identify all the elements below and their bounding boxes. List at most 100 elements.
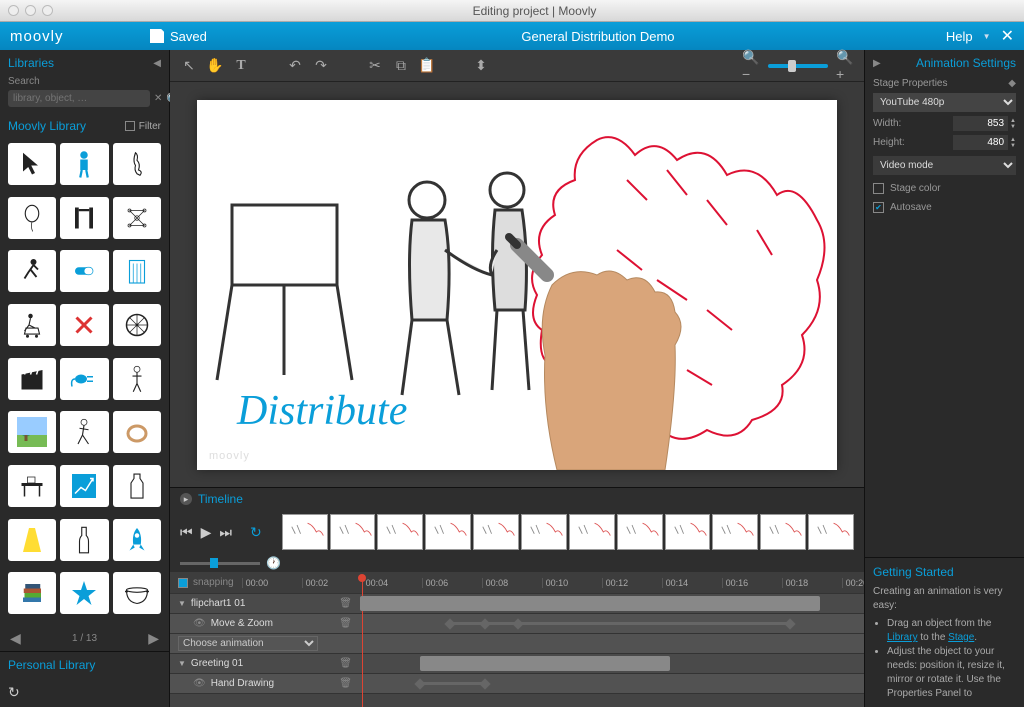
- keyframe[interactable]: [479, 678, 490, 689]
- library-item-wine-bottle[interactable]: [60, 519, 108, 561]
- library-item-shopping-cart[interactable]: [8, 304, 56, 346]
- maximize-window-button[interactable]: [42, 5, 53, 16]
- track-lane[interactable]: [360, 674, 864, 693]
- timeline-thumb[interactable]: [569, 514, 615, 550]
- library-item-pill[interactable]: [60, 250, 108, 292]
- track-label[interactable]: ▼flipchart1 01🗑: [170, 598, 360, 609]
- library-item-desk[interactable]: [8, 465, 56, 507]
- timeline-scrub-slider[interactable]: [180, 562, 260, 565]
- gs-stage-link[interactable]: Stage: [948, 632, 974, 643]
- height-input[interactable]: [953, 135, 1008, 150]
- keyframe[interactable]: [784, 618, 795, 629]
- library-item-office-building[interactable]: [113, 250, 161, 292]
- save-icon[interactable]: [150, 29, 164, 43]
- library-item-clapperboard[interactable]: [8, 358, 56, 400]
- timeline-thumb[interactable]: [712, 514, 758, 550]
- timeline-thumb[interactable]: [330, 514, 376, 550]
- undo-icon[interactable]: ↶: [286, 57, 304, 75]
- hand-tool-icon[interactable]: ✋: [206, 57, 224, 75]
- timeline-thumb[interactable]: [808, 514, 854, 550]
- stage-canvas[interactable]: Distribute moovly: [197, 100, 837, 470]
- ruler-ticks[interactable]: 00:0000:0200:0400:0600:0800:1000:1200:14…: [242, 578, 864, 588]
- rightpanel-collapse-icon[interactable]: ▶: [873, 58, 881, 69]
- redo-icon[interactable]: ↷: [312, 57, 330, 75]
- text-tool-icon[interactable]: T: [232, 57, 250, 75]
- track-lane[interactable]: [360, 654, 864, 673]
- help-link[interactable]: Help: [946, 29, 973, 44]
- library-item-atomium[interactable]: [113, 197, 161, 239]
- gs-library-link[interactable]: Library: [887, 632, 918, 643]
- loop-button[interactable]: ↻: [250, 524, 262, 541]
- library-item-chart-up[interactable]: [60, 465, 108, 507]
- library-item-cooking-pot[interactable]: [113, 572, 161, 614]
- library-item-ring[interactable]: [113, 411, 161, 453]
- keyframe[interactable]: [512, 618, 523, 629]
- library-item-wheel[interactable]: [113, 304, 161, 346]
- library-item-person-figure[interactable]: [60, 143, 108, 185]
- library-next-button[interactable]: ▶: [148, 630, 159, 647]
- library-item-milk-bottle[interactable]: [113, 465, 161, 507]
- library-item-park-scene[interactable]: [8, 411, 56, 453]
- collapse-libraries-icon[interactable]: ◀: [153, 58, 161, 69]
- track-label[interactable]: ▼Greeting 01🗑: [170, 658, 360, 669]
- library-item-rocket[interactable]: [113, 519, 161, 561]
- delete-track-icon[interactable]: 🗑: [339, 618, 352, 629]
- timeline-thumb[interactable]: [665, 514, 711, 550]
- zoom-out-icon[interactable]: 🔍−: [742, 57, 760, 75]
- keyframe[interactable]: [414, 678, 425, 689]
- video-mode-select[interactable]: Video mode: [873, 156, 1016, 175]
- stage-preset-select[interactable]: YouTube 480p: [873, 93, 1016, 112]
- library-item-plug[interactable]: [60, 358, 108, 400]
- delete-track-icon[interactable]: 🗑: [339, 658, 352, 669]
- keyframe[interactable]: [479, 618, 490, 629]
- paste-icon[interactable]: 📋: [418, 57, 436, 75]
- copy-icon[interactable]: ⧉: [392, 57, 410, 75]
- track-lane[interactable]: [360, 594, 864, 613]
- align-icon[interactable]: ⬍: [472, 57, 490, 75]
- timeline-thumb[interactable]: [282, 514, 328, 550]
- cut-icon[interactable]: ✂: [366, 57, 384, 75]
- width-input[interactable]: [953, 116, 1008, 131]
- close-window-button[interactable]: [8, 5, 19, 16]
- timeline-thumb[interactable]: [473, 514, 519, 550]
- keyframe[interactable]: [444, 618, 455, 629]
- track-lane[interactable]: [360, 614, 864, 633]
- zoom-slider[interactable]: [768, 64, 828, 68]
- library-item-balloon[interactable]: [8, 197, 56, 239]
- choose-animation-select[interactable]: Choose animation: [178, 636, 318, 651]
- autosave-checkbox[interactable]: ✔: [873, 202, 884, 213]
- search-input[interactable]: [8, 90, 150, 107]
- timeline-thumbnails[interactable]: [282, 514, 854, 550]
- library-item-pointer-tool[interactable]: [8, 143, 56, 185]
- minimize-window-button[interactable]: [25, 5, 36, 16]
- library-item-book-stack[interactable]: [8, 572, 56, 614]
- zoom-in-icon[interactable]: 🔍+: [836, 57, 854, 75]
- filter-toggle[interactable]: Filter: [125, 121, 161, 132]
- play-button[interactable]: ▶: [201, 524, 212, 541]
- fast-forward-button[interactable]: ⏭: [219, 524, 232, 541]
- library-item-standing-man[interactable]: [113, 358, 161, 400]
- height-stepper[interactable]: ▲▼: [1010, 137, 1016, 149]
- timeline-clip[interactable]: [420, 656, 670, 671]
- refresh-icon[interactable]: ↻: [8, 684, 20, 700]
- timeline-thumb[interactable]: [617, 514, 663, 550]
- clear-search-icon[interactable]: ✕: [154, 93, 162, 104]
- personal-library-title[interactable]: Personal Library: [0, 652, 169, 678]
- timeline-thumb[interactable]: [521, 514, 567, 550]
- track-label[interactable]: 👁Hand Drawing🗑: [170, 678, 360, 689]
- library-item-runner[interactable]: [8, 250, 56, 292]
- delete-track-icon[interactable]: 🗑: [339, 678, 352, 689]
- timeline-thumb[interactable]: [425, 514, 471, 550]
- library-item-dumbbell[interactable]: [60, 197, 108, 239]
- stage-color-checkbox[interactable]: [873, 183, 884, 194]
- timeline-clip[interactable]: [360, 596, 820, 611]
- library-item-spotlight[interactable]: [8, 519, 56, 561]
- pointer-tool-icon[interactable]: ↖: [180, 57, 198, 75]
- rewind-button[interactable]: ⏮: [180, 524, 193, 541]
- close-project-button[interactable]: ✕: [1001, 26, 1014, 46]
- snapping-checkbox[interactable]: [178, 578, 188, 588]
- track-label[interactable]: 👁Move & Zoom🗑: [170, 618, 360, 629]
- timeline-thumb[interactable]: [377, 514, 423, 550]
- timeline-thumb[interactable]: [760, 514, 806, 550]
- delete-track-icon[interactable]: 🗑: [339, 598, 352, 609]
